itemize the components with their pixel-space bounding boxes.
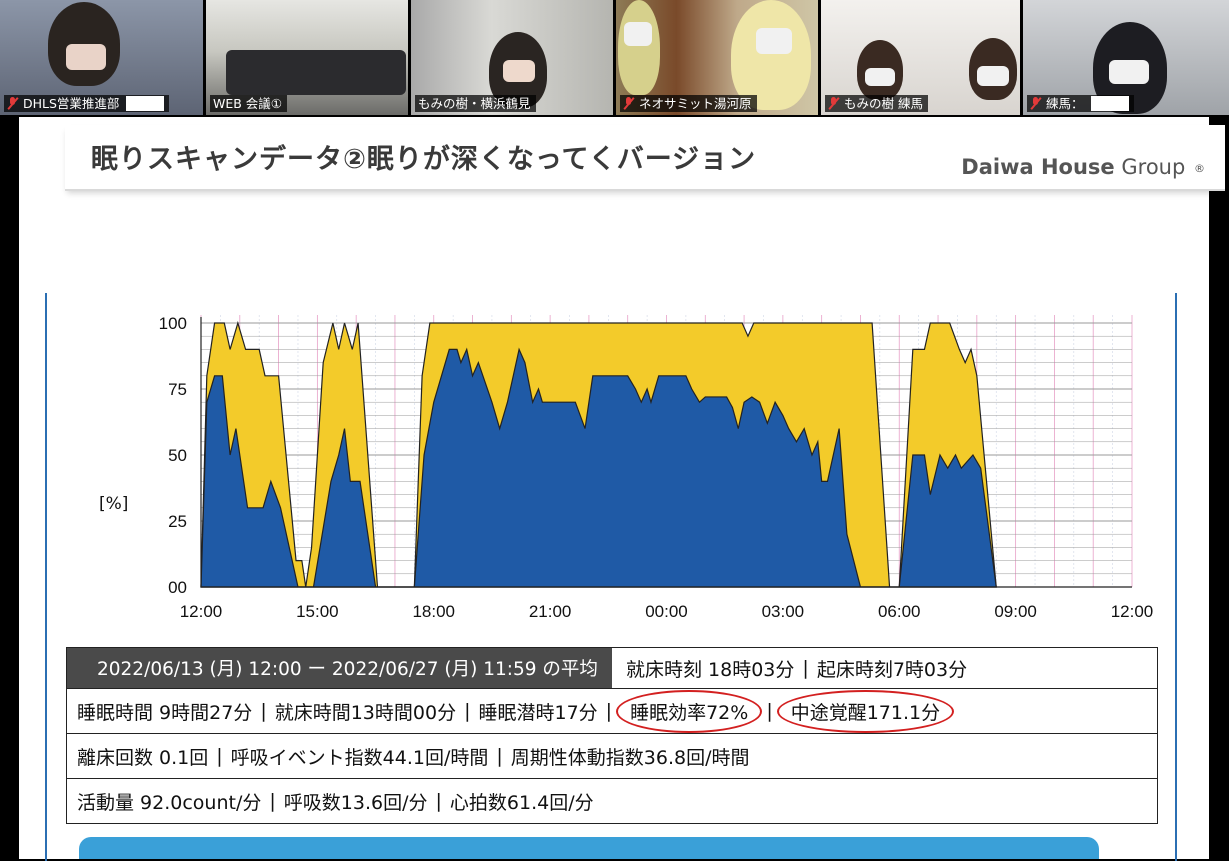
redaction-box — [1090, 96, 1129, 111]
y-tick-label: 100 — [159, 314, 187, 333]
face-mask — [756, 28, 792, 54]
participant-nameplate: WEB 会議① — [210, 95, 288, 112]
periodic-movement-index: 周期性体動指数36.8回/時間 — [510, 746, 750, 769]
face-mask — [66, 44, 106, 70]
y-tick-label: 50 — [168, 446, 187, 465]
microphone-muted-icon — [623, 97, 635, 110]
participant-tile-4[interactable]: ネオサミット湯河原 — [616, 0, 818, 115]
participant-tile-6[interactable]: 練馬： — [1023, 0, 1229, 115]
x-tick-label: 15:00 — [296, 602, 339, 621]
bedtime: 就床時刻 18時03分 — [626, 658, 795, 681]
participant-face — [503, 60, 535, 82]
separator: | — [464, 700, 471, 722]
participant-name: 練馬： — [1046, 96, 1084, 111]
microphone-muted-icon — [828, 97, 840, 110]
x-tick-label: 21:00 — [529, 602, 572, 621]
participant-name: WEB 会議① — [213, 96, 283, 111]
separator: | — [496, 745, 503, 767]
brand-name-bold: Daiwa House — [961, 155, 1115, 179]
separator: | — [216, 745, 223, 767]
separator: | — [802, 657, 809, 679]
microphone-muted-icon — [7, 97, 19, 110]
face-mask — [977, 66, 1009, 86]
x-tick-label: 18:00 — [412, 602, 455, 621]
activity: 活動量 92.0count/分 — [77, 791, 262, 814]
slide-title: 眠りスキャンデータ②眠りが深くなってくバージョン — [91, 144, 757, 175]
x-tick-label: 12:00 — [180, 602, 223, 621]
waso: 中途覚醒171.1分 — [776, 689, 955, 733]
participant-tile-2[interactable]: WEB 会議① — [206, 0, 408, 115]
participant-nameplate: ネオサミット湯河原 — [620, 95, 757, 112]
participant-name: DHLS営業推進部 — [23, 96, 120, 111]
participant-nameplate: DHLS営業推進部 — [4, 95, 170, 112]
sleep-time: 睡眠時間 9時間27分 — [77, 701, 253, 724]
stats-row-2: 睡眠時間 9時間27分 | 就床時間13時間00分 | 睡眠潜時17分 | 睡眠… — [67, 689, 1157, 734]
slide-header: 眠りスキャンデータ②眠りが深くなってくバージョン Daiwa House Gro… — [65, 125, 1225, 191]
meeting-room-attendees — [226, 50, 406, 95]
participant-tile-3[interactable]: もみの樹・横浜鶴見 — [411, 0, 613, 115]
participant-figure — [618, 0, 660, 95]
stats-row-4: 活動量 92.0count/分 | 呼吸数13.6回/分 | 心拍数61.4回/… — [67, 779, 1157, 823]
slide-footer-bar — [79, 837, 1099, 859]
participant-nameplate: もみの樹 練馬 — [825, 95, 928, 112]
participant-nameplate: 練馬： — [1027, 95, 1134, 112]
brand-logo: Daiwa House Group ® — [961, 155, 1205, 179]
participant-name: ネオサミット湯河原 — [639, 96, 752, 111]
y-tick-label: 00 — [168, 578, 187, 597]
participant-strip: DHLS営業推進部 WEB 会議① もみの樹・横浜鶴見 ネオサミット湯河原 もみ… — [0, 0, 1229, 116]
x-tick-label: 12:00 — [1111, 602, 1154, 621]
respiratory-event-index: 呼吸イベント指数44.1回/時間 — [230, 746, 489, 769]
respiration-rate: 呼吸数13.6回/分 — [283, 791, 428, 814]
participant-name: もみの樹・横浜鶴見 — [418, 96, 531, 111]
participant-figure — [731, 0, 811, 110]
sleep-stats-table: 2022/06/13 (月) 12:00 ー 2022/06/27 (月) 11… — [66, 647, 1158, 824]
registered-mark: ® — [1194, 161, 1205, 175]
shared-slide: 眠りスキャンデータ②眠りが深くなってくバージョン Daiwa House Gro… — [19, 117, 1225, 861]
brand-name-rest: Group — [1121, 155, 1186, 179]
sleep-scan-chart: 00 25 50 75 100 12:00 15:00 18:00 21:00 00:00 03:0… — [159, 314, 1154, 621]
participant-tile-5[interactable]: もみの樹 練馬 — [821, 0, 1020, 115]
face-mask — [1109, 60, 1149, 84]
sleep-latency: 睡眠潜時17分 — [478, 701, 598, 724]
period-cell: 2022/06/13 (月) 12:00 ー 2022/06/27 (月) 11… — [67, 648, 612, 688]
redaction-box — [126, 96, 165, 111]
x-tick-label: 00:00 — [645, 602, 688, 621]
separator: | — [269, 790, 276, 812]
wake-time: 起床時刻7時03分 — [816, 658, 968, 681]
separator: | — [260, 700, 267, 722]
stats-row-1: 2022/06/13 (月) 12:00 ー 2022/06/27 (月) 11… — [67, 648, 1157, 689]
participant-tile-1[interactable]: DHLS営業推進部 — [0, 0, 203, 115]
participant-nameplate: もみの樹・横浜鶴見 — [415, 95, 536, 112]
sleep-efficiency: 睡眠効率72% — [616, 689, 763, 733]
face-mask — [624, 22, 652, 46]
participant-name: もみの樹 練馬 — [844, 96, 923, 111]
y-tick-label: 75 — [168, 380, 187, 399]
heart-rate: 心拍数61.4回/分 — [449, 791, 594, 814]
stats-row-3: 離床回数 0.1回 | 呼吸イベント指数44.1回/時間 | 周期性体動指数36… — [67, 734, 1157, 779]
y-tick-label: 25 — [168, 512, 187, 531]
time-in-bed: 就床時間13時間00分 — [274, 701, 457, 724]
x-tick-label: 06:00 — [878, 602, 921, 621]
x-tick-label: 09:00 — [994, 602, 1037, 621]
x-tick-label: 03:00 — [762, 602, 805, 621]
separator: | — [435, 790, 442, 812]
microphone-muted-icon — [1030, 97, 1042, 110]
out-of-bed-count: 離床回数 0.1回 — [77, 746, 209, 769]
y-axis-label: [%] — [99, 494, 129, 514]
face-mask — [865, 68, 895, 86]
